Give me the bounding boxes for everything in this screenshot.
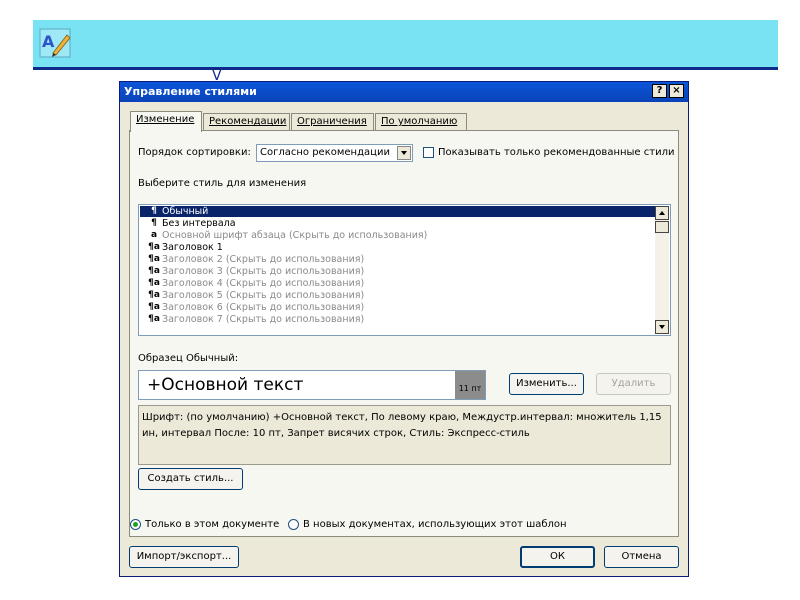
list-item[interactable]: ¶a Заголовок 4 (Скрыть до использования)	[140, 278, 656, 289]
list-item[interactable]: ¶ Без интервала	[140, 218, 656, 229]
help-button[interactable]: ?	[652, 84, 667, 98]
sort-order-label: Порядок сортировки:	[138, 147, 251, 158]
preview-label: Образец Обычный:	[138, 353, 239, 364]
list-item-label: Заголовок 3 (Скрыть до использования)	[162, 266, 365, 277]
style-list[interactable]: ¶ Обычный ¶ Без интервала a Основной шрифт …	[138, 204, 671, 336]
list-item-label: Заголовок 6 (Скрыть до использования)	[162, 302, 365, 313]
tab-default[interactable]: По умолчанию	[375, 113, 467, 131]
list-item[interactable]: ¶a Заголовок 7 (Скрыть до использования)	[140, 314, 656, 325]
list-item-label: Заголовок 1	[162, 242, 223, 253]
preview-font-size: 11 пт	[455, 371, 485, 399]
modify-button[interactable]: Изменить...	[509, 373, 584, 395]
list-item[interactable]: ¶a Заголовок 3 (Скрыть до использования)	[140, 266, 656, 277]
cancel-button[interactable]: Отмена	[604, 546, 679, 568]
linked-style-icon: ¶a	[148, 266, 160, 276]
paragraph-style-icon: ¶	[151, 206, 157, 216]
delete-button[interactable]: Удалить	[596, 373, 671, 395]
list-item[interactable]: a Основной шрифт абзаца (Скрыть до исполь…	[140, 230, 656, 241]
linked-style-icon: ¶a	[148, 302, 160, 312]
tab-modify[interactable]: Изменение	[130, 111, 202, 132]
chevron-down-icon[interactable]	[397, 146, 411, 160]
character-style-icon: a	[150, 230, 158, 240]
list-item-label: Обычный	[162, 206, 209, 217]
linked-style-icon: ¶a	[148, 254, 160, 264]
linked-style-icon: ¶a	[148, 314, 160, 324]
import-export-button[interactable]: Импорт/экспорт...	[129, 546, 239, 568]
list-item[interactable]: ¶a Заголовок 5 (Скрыть до использования)	[140, 290, 656, 301]
dialog-titlebar[interactable]: Управление стилями ? ×	[120, 82, 688, 102]
list-item[interactable]: ¶a Заголовок 6 (Скрыть до использования)	[140, 302, 656, 313]
sort-order-value: Согласно рекомендации	[260, 147, 390, 158]
list-item-label: Заголовок 5 (Скрыть до использования)	[162, 290, 365, 301]
choose-style-label: Выберите стиль для изменения	[138, 178, 307, 189]
scroll-thumb[interactable]	[655, 221, 669, 233]
scroll-down-icon[interactable]	[655, 320, 669, 334]
list-item[interactable]: ¶ Обычный	[140, 206, 656, 217]
list-item-label: Заголовок 7 (Скрыть до использования)	[162, 314, 365, 325]
style-description: Шрифт: (по умолчанию) +Основной текст, П…	[138, 405, 671, 465]
style-preview: +Основной текст 11 пт	[138, 370, 486, 400]
scroll-up-icon[interactable]	[655, 206, 669, 220]
list-item-label: Без интервала	[162, 218, 236, 229]
preview-text: +Основной текст	[147, 375, 304, 395]
close-button[interactable]: ×	[669, 84, 684, 98]
new-style-button[interactable]: Создать стиль...	[138, 468, 243, 490]
manage-styles-dialog: Управление стилями ? × Изменение Рекомен…	[119, 81, 689, 577]
list-item[interactable]: ¶a Заголовок 2 (Скрыть до использования)	[140, 254, 656, 265]
scope-this-doc-label: Только в этом документе	[145, 519, 280, 530]
list-item[interactable]: ¶a Заголовок 1	[140, 242, 656, 253]
tab-restrict[interactable]: Ограничения	[291, 113, 374, 131]
linked-style-icon: ¶a	[148, 242, 160, 252]
paragraph-style-icon: ¶	[151, 218, 157, 228]
slide-header-band	[33, 20, 778, 67]
scope-new-docs-label: В новых документах, использующих этот ша…	[303, 519, 567, 530]
slide-header-line	[33, 67, 778, 70]
scope-new-docs-radio[interactable]	[288, 519, 299, 530]
sort-order-select[interactable]: Согласно рекомендации	[256, 144, 413, 162]
list-item-label: Основной шрифт абзаца (Скрыть до использ…	[162, 230, 428, 241]
svg-text:A: A	[42, 32, 55, 51]
only-recommended-label: Показывать только рекомендованные стили	[438, 147, 675, 158]
linked-style-icon: ¶a	[148, 290, 160, 300]
list-item-label: Заголовок 4 (Скрыть до использования)	[162, 278, 365, 289]
only-recommended-checkbox[interactable]	[423, 147, 434, 158]
styles-pen-icon: A	[38, 26, 74, 60]
linked-style-icon: ¶a	[148, 278, 160, 288]
dialog-title: Управление стилями	[124, 85, 257, 98]
list-item-label: Заголовок 2 (Скрыть до использования)	[162, 254, 365, 265]
tab-recommend[interactable]: Рекомендации	[203, 113, 290, 131]
list-scrollbar[interactable]	[655, 206, 669, 334]
scope-this-doc-radio[interactable]	[130, 519, 141, 530]
ok-button[interactable]: ОК	[520, 546, 595, 568]
